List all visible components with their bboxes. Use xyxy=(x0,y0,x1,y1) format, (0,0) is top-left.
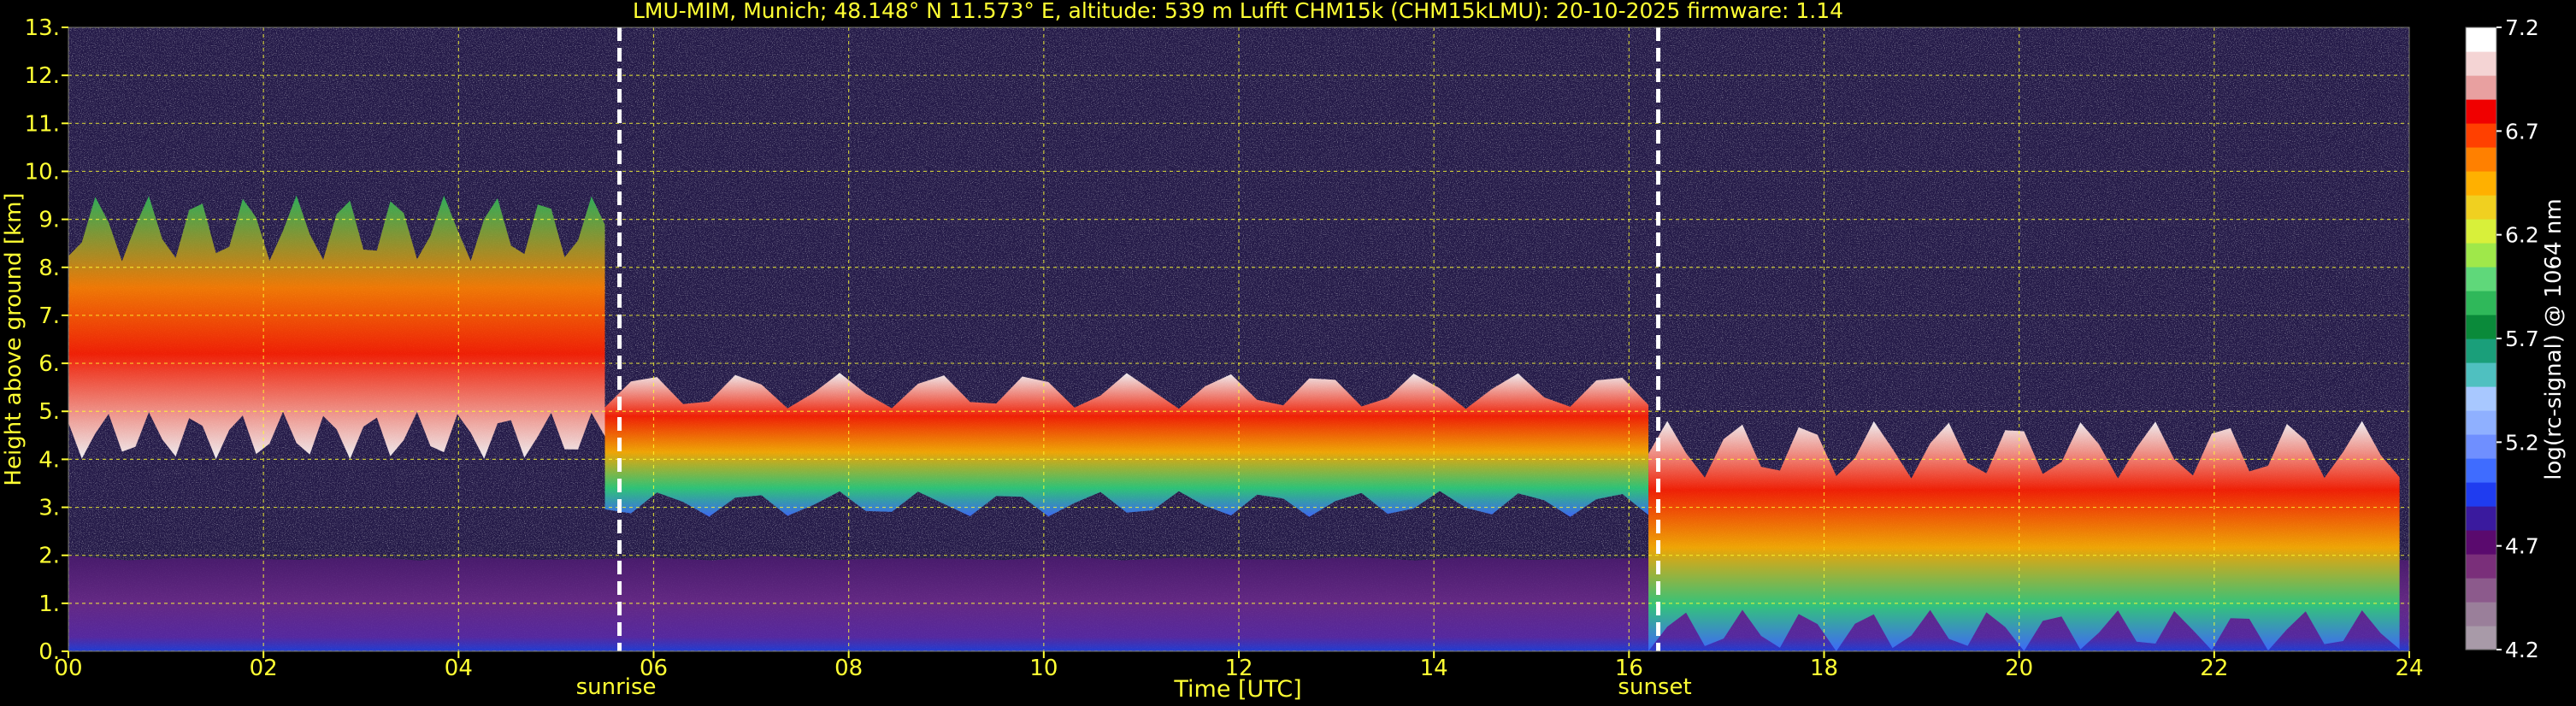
x-tick-label: 08 xyxy=(834,656,863,681)
x-tick-label: 14 xyxy=(1420,656,1448,681)
colorbar-segment xyxy=(2466,171,2496,196)
x-tick-label: 24 xyxy=(2395,656,2423,681)
sunrise-label: sunrise xyxy=(576,674,657,700)
colorbar-tick-label: 4.2 xyxy=(2505,638,2539,662)
colorbar-segment xyxy=(2466,362,2496,387)
y-axis-ticks: 0.1.2.3.4.5.6.7.8.9.10.11.12.13. xyxy=(25,15,68,665)
x-axis-label: Time [UTC] xyxy=(1173,676,1301,703)
y-tick-label: 10. xyxy=(25,159,60,185)
colorbar-segment xyxy=(2466,458,2496,483)
colorbar-segment xyxy=(2466,219,2496,244)
y-tick-label: 1. xyxy=(38,591,60,617)
chart-title: LMU-MIM, Munich; 48.148° N 11.573° E, al… xyxy=(633,0,1843,23)
colorbar-segment xyxy=(2466,338,2496,363)
colorbar-segment xyxy=(2466,554,2496,579)
colorbar-segment xyxy=(2466,626,2496,650)
y-tick-label: 11. xyxy=(25,111,60,137)
y-tick-label: 12. xyxy=(25,63,60,89)
event-labels: sunrise sunset xyxy=(576,674,1692,700)
y-tick-label: 9. xyxy=(38,208,60,233)
y-tick-label: 3. xyxy=(38,496,60,521)
x-tick-label: 10 xyxy=(1029,656,1058,681)
x-tick-label: 20 xyxy=(2005,656,2033,681)
ceilometer-chart: LMU-MIM, Munich; 48.148° N 11.573° E, al… xyxy=(1,0,2567,703)
x-tick-label: 04 xyxy=(445,656,473,681)
colorbar-tick-label: 5.2 xyxy=(2505,430,2539,455)
colorbar-tick-label: 4.7 xyxy=(2505,534,2539,559)
colorbar-tick-label: 5.7 xyxy=(2505,327,2539,351)
colorbar-segment xyxy=(2466,530,2496,555)
colorbar-segment xyxy=(2466,27,2496,52)
colorbar-segment xyxy=(2466,578,2496,603)
colorbar-segment xyxy=(2466,482,2496,507)
y-tick-label: 8. xyxy=(38,256,60,281)
colorbar-segment xyxy=(2466,243,2496,268)
colorbar-tick-label: 6.2 xyxy=(2505,223,2539,248)
x-tick-label: 02 xyxy=(250,656,278,681)
y-tick-label: 7. xyxy=(38,303,60,329)
colorbar-tick-label: 6.7 xyxy=(2505,119,2539,144)
colorbar xyxy=(2465,26,2497,650)
colorbar-label: log(rc-signal) @ 1064 nm xyxy=(2541,198,2567,479)
colorbar-segment xyxy=(2466,434,2496,459)
colorbar-segment xyxy=(2466,51,2496,76)
y-axis-label: Height above ground [km] xyxy=(1,192,27,485)
y-tick-label: 13. xyxy=(25,15,60,41)
colorbar-segment xyxy=(2466,315,2496,339)
colorbar-segment xyxy=(2466,602,2496,627)
colorbar-segment xyxy=(2466,195,2496,220)
colorbar-segment xyxy=(2466,99,2496,124)
sunset-label: sunset xyxy=(1618,674,1691,700)
y-tick-label: 2. xyxy=(38,544,60,569)
x-tick-label: 22 xyxy=(2200,656,2228,681)
colorbar-segment xyxy=(2466,291,2496,315)
y-tick-label: 4. xyxy=(38,447,60,473)
colorbar-segment xyxy=(2466,267,2496,291)
x-tick-label: 18 xyxy=(1810,656,1838,681)
colorbar-segment xyxy=(2466,506,2496,531)
colorbar-segment xyxy=(2466,410,2496,435)
colorbar-segment xyxy=(2466,386,2496,411)
colorbar-segment xyxy=(2466,75,2496,100)
y-tick-label: 5. xyxy=(38,399,60,425)
colorbar-tick-label: 7.2 xyxy=(2505,15,2539,40)
colorbar-ticks: 4.2 4.7 5.2 5.7 6.2 6.7 7.2 xyxy=(2496,15,2539,662)
colorbar-segment xyxy=(2466,123,2496,148)
y-tick-label: 6. xyxy=(38,351,60,377)
plot-area xyxy=(68,27,2409,651)
x-tick-label: 00 xyxy=(54,656,82,681)
colorbar-segment xyxy=(2466,147,2496,172)
